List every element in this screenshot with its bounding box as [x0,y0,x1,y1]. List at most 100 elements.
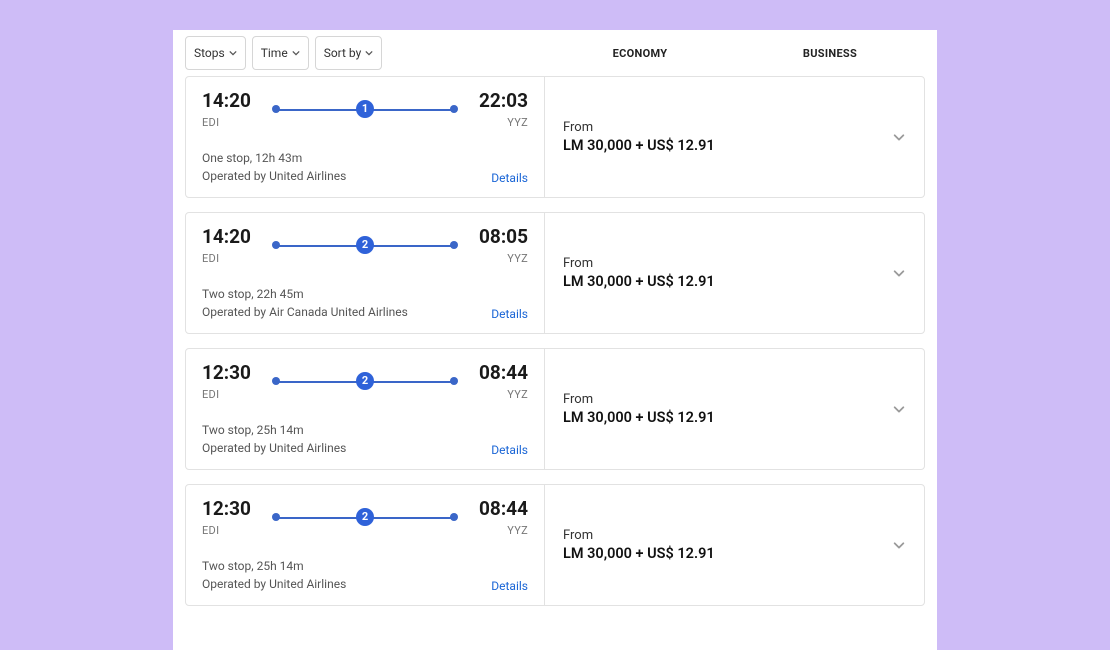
flight-meta: Two stop, 22h 45m Operated by Air Canada… [202,285,528,321]
flight-card: 12:30 EDI 2 08:44 YYZ Two stop, 25h 14m … [185,348,925,470]
stops-badge: 2 [356,372,374,390]
price-panel[interactable]: From LM 30,000 + US$ 12.91 [544,349,924,469]
arrival-code: YYZ [468,252,528,265]
stops-badge: 1 [356,100,374,118]
departure-time: 12:30 [202,363,262,384]
filter-time-label: Time [261,46,288,60]
departure-block: 14:20 EDI [202,91,262,129]
flight-meta: Two stop, 25h 14m Operated by United Air… [202,557,528,593]
tab-economy[interactable]: ECONOMY [545,47,735,60]
price-block: From LM 30,000 + US$ 12.91 [563,256,715,290]
operator: Operated by United Airlines [202,575,528,593]
flight-summary: 14:20 EDI 1 22:03 YYZ One stop, 12h 43m … [186,77,544,197]
route-dot-end [450,241,458,249]
times-row: 12:30 EDI 2 08:44 YYZ [202,363,528,401]
stops-description: Two stop, 25h 14m [202,421,528,439]
departure-block: 12:30 EDI [202,499,262,537]
operator: Operated by United Airlines [202,439,528,457]
chevron-down-icon[interactable] [892,538,906,552]
times-row: 12:30 EDI 2 08:44 YYZ [202,499,528,537]
times-row: 14:20 EDI 2 08:05 YYZ [202,227,528,265]
price-value: LM 30,000 + US$ 12.91 [563,545,715,562]
chevron-down-icon[interactable] [892,402,906,416]
arrival-time: 08:44 [468,363,528,384]
route-line: 2 [272,377,458,387]
from-label: From [563,392,715,407]
filter-stops[interactable]: Stops [185,36,246,70]
flight-card: 14:20 EDI 1 22:03 YYZ One stop, 12h 43m … [185,76,925,198]
tab-business[interactable]: BUSINESS [735,47,925,60]
flight-summary: 12:30 EDI 2 08:44 YYZ Two stop, 25h 14m … [186,485,544,605]
chevron-down-icon[interactable] [892,266,906,280]
times-row: 14:20 EDI 1 22:03 YYZ [202,91,528,129]
price-block: From LM 30,000 + US$ 12.91 [563,528,715,562]
stops-description: Two stop, 22h 45m [202,285,528,303]
details-link[interactable]: Details [491,307,528,321]
stops-badge: 2 [356,236,374,254]
departure-code: EDI [202,388,262,401]
caret-down-icon [292,46,300,60]
route-dot-end [450,105,458,113]
route-line: 2 [272,513,458,523]
price-panel[interactable]: From LM 30,000 + US$ 12.91 [544,213,924,333]
details-link[interactable]: Details [491,443,528,457]
filter-time[interactable]: Time [252,36,309,70]
departure-code: EDI [202,252,262,265]
class-tabs: ECONOMY BUSINESS [545,36,925,70]
departure-code: EDI [202,524,262,537]
caret-down-icon [229,46,237,60]
price-panel[interactable]: From LM 30,000 + US$ 12.91 [544,77,924,197]
route-line: 1 [272,105,458,115]
arrival-code: YYZ [468,388,528,401]
departure-time: 14:20 [202,91,262,112]
price-value: LM 30,000 + US$ 12.91 [563,137,715,154]
route-dot-start [272,105,280,113]
arrival-code: YYZ [468,524,528,537]
arrival-time: 08:44 [468,499,528,520]
arrival-code: YYZ [468,116,528,129]
results-panel: Stops Time Sort by ECONOMY BUSINESS [173,30,937,650]
price-panel[interactable]: From LM 30,000 + US$ 12.91 [544,485,924,605]
flight-meta: One stop, 12h 43m Operated by United Air… [202,149,528,185]
departure-block: 14:20 EDI [202,227,262,265]
filter-sort[interactable]: Sort by [315,36,383,70]
route-dot-end [450,377,458,385]
operator: Operated by Air Canada United Airlines [202,303,528,321]
arrival-block: 08:05 YYZ [468,227,528,265]
departure-code: EDI [202,116,262,129]
chevron-down-icon[interactable] [892,130,906,144]
route-line: 2 [272,241,458,251]
details-link[interactable]: Details [491,171,528,185]
filter-stops-label: Stops [194,46,225,60]
flight-summary: 14:20 EDI 2 08:05 YYZ Two stop, 22h 45m … [186,213,544,333]
flight-summary: 12:30 EDI 2 08:44 YYZ Two stop, 25h 14m … [186,349,544,469]
stops-description: Two stop, 25h 14m [202,557,528,575]
caret-down-icon [365,46,373,60]
route-dot-start [272,513,280,521]
flight-card: 12:30 EDI 2 08:44 YYZ Two stop, 25h 14m … [185,484,925,606]
arrival-block: 22:03 YYZ [468,91,528,129]
filter-sort-label: Sort by [324,46,362,60]
details-link[interactable]: Details [491,579,528,593]
route-dot-start [272,377,280,385]
from-label: From [563,528,715,543]
price-value: LM 30,000 + US$ 12.91 [563,409,715,426]
from-label: From [563,120,715,135]
arrival-time: 22:03 [468,91,528,112]
price-value: LM 30,000 + US$ 12.91 [563,273,715,290]
departure-block: 12:30 EDI [202,363,262,401]
filters: Stops Time Sort by [185,36,545,70]
route-dot-end [450,513,458,521]
price-block: From LM 30,000 + US$ 12.91 [563,392,715,426]
price-block: From LM 30,000 + US$ 12.91 [563,120,715,154]
from-label: From [563,256,715,271]
arrival-block: 08:44 YYZ [468,363,528,401]
arrival-block: 08:44 YYZ [468,499,528,537]
stops-badge: 2 [356,508,374,526]
stops-description: One stop, 12h 43m [202,149,528,167]
operator: Operated by United Airlines [202,167,528,185]
flight-meta: Two stop, 25h 14m Operated by United Air… [202,421,528,457]
route-dot-start [272,241,280,249]
header-row: Stops Time Sort by ECONOMY BUSINESS [185,36,925,70]
departure-time: 12:30 [202,499,262,520]
